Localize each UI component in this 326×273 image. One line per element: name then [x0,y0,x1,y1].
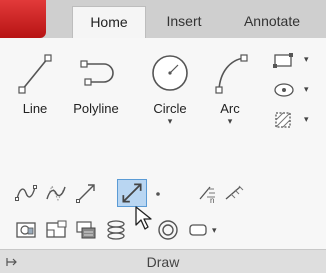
ellipse-dropdown-arrow[interactable]: ▾ [304,84,309,95]
ribbon-tab-bar: Home Insert Annotate [0,0,326,38]
divide-button[interactable]: n [196,181,220,205]
measure-button[interactable] [222,181,246,205]
polyline-label: Polyline [73,101,119,116]
boundary-icon [46,220,67,238]
draw-panel-title: Draw [146,254,180,270]
circle-label: Circle [153,101,187,116]
spline-cv-icon [46,184,66,202]
revision-cloud-dropdown-arrow[interactable]: ▾ [212,225,217,236]
polyline-icon [80,60,114,86]
tab-annotate[interactable]: Annotate [222,6,322,38]
point-button[interactable] [152,181,164,205]
polyline-button[interactable]: Polyline [66,50,126,116]
rectangle-icon [273,53,293,68]
arc-icon [215,54,248,94]
measure-icon [225,185,244,200]
line-label: Line [22,101,48,116]
revision-cloud-button[interactable] [186,218,210,242]
wipeout-icon [76,221,96,239]
tab-home[interactable]: Home [72,6,146,38]
region-icon [16,222,36,238]
line-button[interactable]: Line [10,50,60,116]
line-icon [18,54,52,94]
hatch-icon [275,112,291,128]
application-menu-button[interactable] [0,0,46,38]
point-icon [156,192,160,196]
tab-insert[interactable]: Insert [150,6,218,38]
rectangle-button[interactable]: ▾ [270,50,320,72]
wipeout-button[interactable] [74,218,98,242]
donut-icon [158,220,178,240]
arc-label: Arc [220,101,240,116]
hatch-dropdown-arrow[interactable]: ▾ [304,114,309,125]
spline-cv-button[interactable] [44,181,68,205]
ellipse-button[interactable]: ▾ [270,80,320,102]
arc-button[interactable]: Arc ▾ [208,50,252,126]
spline-fit-icon [15,185,37,201]
ray-button[interactable] [74,181,98,205]
donut-button[interactable] [156,218,180,242]
arc-dropdown-arrow[interactable]: ▾ [208,116,252,126]
draw-panel-title-bar[interactable]: Draw [0,249,326,273]
boundary-button[interactable] [44,218,68,242]
ellipse-icon [274,83,294,97]
construction-line-button[interactable] [117,179,147,207]
revision-cloud-icon [189,224,207,236]
region-button[interactable] [14,218,38,242]
helix-icon [107,220,125,240]
rectangle-dropdown-arrow[interactable]: ▾ [304,54,309,65]
helix-button[interactable] [104,218,128,242]
draw-panel: Line Polyline Circle ▾ Arc ▾ ▾ ▾ ▾ n ▾ [0,38,326,273]
divide-icon: n [199,186,215,205]
circle-button[interactable]: Circle ▾ [142,50,198,126]
circle-icon [152,55,188,91]
ray-icon [76,184,95,203]
circle-dropdown-arrow[interactable]: ▾ [142,116,198,126]
hatch-button[interactable]: ▾ [270,110,320,132]
mouse-cursor-icon [135,206,152,230]
construction-line-icon [122,183,142,203]
spline-fit-button[interactable] [14,181,38,205]
svg-text:n: n [210,196,214,205]
